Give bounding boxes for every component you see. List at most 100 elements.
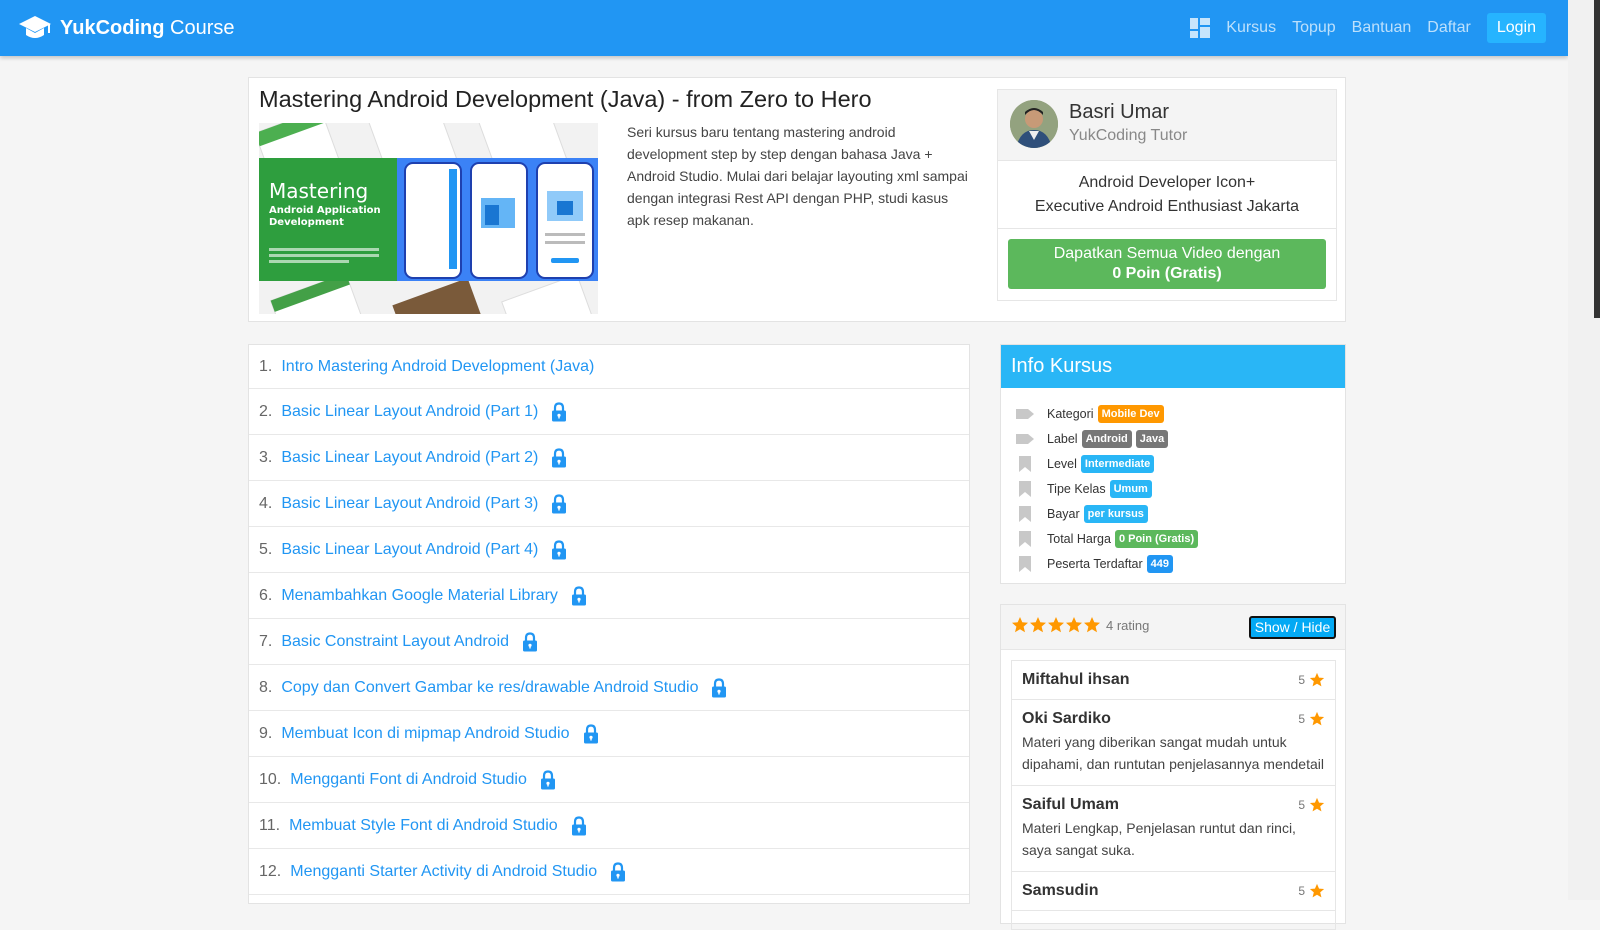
bookmark-icon: [1019, 530, 1031, 547]
login-button[interactable]: Login: [1486, 13, 1546, 43]
lesson-item[interactable]: 10. Mengganti Font di Android Studio: [249, 757, 969, 803]
lesson-item[interactable]: 11. Membuat Style Font di Android Studio: [249, 803, 969, 849]
lesson-item[interactable]: 1. Intro Mastering Android Development (J…: [249, 345, 969, 389]
lesson-item[interactable]: 7. Basic Constraint Layout Android: [249, 619, 969, 665]
lesson-number: 2.: [259, 402, 273, 420]
review-score: 5: [1298, 672, 1325, 688]
star-icon: [1030, 617, 1046, 633]
lesson-item[interactable]: 5. Basic Linear Layout Android (Part 4): [249, 527, 969, 573]
lesson-title-link[interactable]: Basic Linear Layout Android (Part 4): [281, 541, 538, 559]
lesson-title-link[interactable]: Membuat Icon di mipmap Android Studio: [281, 725, 569, 743]
lock-icon: [523, 631, 538, 651]
show-hide-button[interactable]: Show / Hide: [1249, 616, 1336, 639]
course-header-card: Mastering Android Development (Java) - f…: [248, 77, 1346, 322]
lesson-item[interactable]: 12. Mengganti Starter Activity di Android…: [249, 849, 969, 895]
info-label: Kategori: [1047, 406, 1094, 421]
nav-link-kursus[interactable]: Kursus: [1226, 19, 1276, 37]
info-badge: Java: [1135, 429, 1169, 448]
lesson-item[interactable]: 8. Copy dan Convert Gambar ke res/drawabl…: [249, 665, 969, 711]
lesson-number: 9.: [259, 724, 273, 742]
info-row: Peserta Terdaftar 449: [1001, 551, 1345, 576]
top-navbar: YukCoding Course Kursus Topup Bantuan Da…: [0, 0, 1568, 56]
review-score: 5: [1298, 711, 1325, 727]
cta-line-2: 0 Poin (Gratis): [1112, 265, 1222, 282]
tutor-name: Basri Umar: [1069, 101, 1170, 123]
info-row: Label Android Java: [1001, 426, 1345, 451]
review-text: Materi Lengkap, Penjelasan runtut dan ri…: [1022, 820, 1296, 858]
cta-line-1: Dapatkan Semua Video dengan: [1053, 245, 1281, 262]
lock-icon: [611, 861, 626, 881]
bookmark-icon: [1019, 480, 1031, 497]
tutor-card: Basri Umar YukCoding Tutor Android Devel…: [997, 89, 1337, 301]
lock-icon: [552, 493, 567, 513]
brand-logo[interactable]: YukCoding Course: [18, 12, 234, 44]
bookmark-icon: [1019, 505, 1031, 522]
star-icon: [1309, 672, 1325, 687]
get-videos-button[interactable]: Dapatkan Semua Video dengan 0 Poin (Grat…: [1008, 239, 1326, 289]
star-icon: [1084, 617, 1100, 633]
lesson-title-link[interactable]: Mengganti Font di Android Studio: [290, 771, 527, 789]
info-label: Peserta Terdaftar: [1047, 556, 1143, 571]
lesson-title-link[interactable]: Copy dan Convert Gambar ke res/drawable …: [281, 679, 698, 697]
lesson-title-link[interactable]: Basic Linear Layout Android (Part 2): [281, 449, 538, 467]
lesson-title-link[interactable]: Membuat Style Font di Android Studio: [289, 817, 558, 835]
thumb-title: Mastering: [269, 179, 368, 203]
info-row: Level Intermediate: [1001, 451, 1345, 476]
info-label: Tipe Kelas: [1047, 481, 1106, 496]
lock-icon: [571, 815, 586, 835]
lesson-title-link[interactable]: Menambahkan Google Material Library: [281, 587, 558, 605]
lesson-number: 10.: [259, 770, 282, 788]
lesson-number: 7.: [259, 632, 273, 650]
tutor-role: YukCoding Tutor: [1069, 127, 1188, 144]
lesson-number: 11.: [259, 816, 281, 834]
tag-icon: [1016, 433, 1034, 444]
info-badge: per kursus: [1083, 504, 1148, 523]
nav-link-daftar[interactable]: Daftar: [1427, 19, 1471, 37]
info-row: Tipe Kelas Umum: [1001, 476, 1345, 501]
info-badge: 0 Poin (Gratis): [1114, 529, 1199, 548]
page-scrollbar[interactable]: [1568, 0, 1600, 900]
lock-icon: [552, 401, 567, 421]
lesson-item[interactable]: 4. Basic Linear Layout Android (Part 3): [249, 481, 969, 527]
lesson-number: 3.: [259, 448, 273, 466]
review-list: Miftahul ihsan 5 Oki Sardiko 5 Materi yang d…: [1011, 660, 1336, 930]
tag-icon: [1016, 408, 1034, 419]
rating-header: 4 rating Show / Hide: [1001, 605, 1345, 650]
tutor-bio-line-1: Android Developer Icon+: [1078, 174, 1256, 191]
star-icon: [1309, 797, 1325, 812]
lesson-number: 4.: [259, 494, 273, 512]
lesson-item[interactable]: 9. Membuat Icon di mipmap Android Studio: [249, 711, 969, 757]
nav-link-topup[interactable]: Topup: [1292, 19, 1336, 37]
course-title: Mastering Android Development (Java) - f…: [259, 86, 872, 112]
lesson-item[interactable]: 3. Basic Linear Layout Android (Part 2): [249, 435, 969, 481]
info-row: Bayar per kursus: [1001, 501, 1345, 526]
lesson-title-link[interactable]: Mengganti Starter Activity di Android St…: [290, 863, 597, 881]
lesson-title-link[interactable]: Intro Mastering Android Development (Jav…: [281, 358, 594, 376]
thumb-subtitle-1: Android Application: [269, 205, 381, 216]
review-author: Samsudin: [1022, 882, 1099, 899]
info-badge: Mobile Dev: [1097, 404, 1164, 423]
review-score: 5: [1298, 883, 1325, 899]
lesson-item[interactable]: 2. Basic Linear Layout Android (Part 1): [249, 389, 969, 435]
lesson-item[interactable]: 6. Menambahkan Google Material Library: [249, 573, 969, 619]
review-score: 5: [1298, 797, 1325, 813]
lesson-number: 5.: [259, 540, 273, 558]
lesson-title-link[interactable]: Basic Linear Layout Android (Part 3): [281, 495, 538, 513]
lesson-list: 1. Intro Mastering Android Development (J…: [248, 344, 970, 904]
course-info-card: Info Kursus Kategori Mobile Dev Label Andro…: [1000, 344, 1346, 584]
info-badge: 449: [1146, 554, 1174, 573]
grid-icon[interactable]: [1190, 18, 1211, 38]
course-thumbnail: Mastering Android Application Developmen…: [259, 123, 598, 314]
nav-link-bantuan[interactable]: Bantuan: [1352, 19, 1412, 37]
scrollbar-thumb[interactable]: [1594, 0, 1600, 318]
bookmark-icon: [1019, 555, 1031, 572]
rating-count: 4 rating: [1106, 618, 1150, 633]
lesson-number: 6.: [259, 586, 273, 604]
star-icon: [1066, 617, 1082, 633]
lock-icon: [552, 447, 567, 467]
rating-stars: [1011, 616, 1101, 634]
lesson-title-link[interactable]: Basic Linear Layout Android (Part 1): [281, 403, 538, 421]
lesson-title-link[interactable]: Basic Constraint Layout Android: [281, 633, 509, 651]
review-item: Samsudin 5: [1012, 872, 1335, 911]
info-badge: Android: [1081, 429, 1132, 448]
